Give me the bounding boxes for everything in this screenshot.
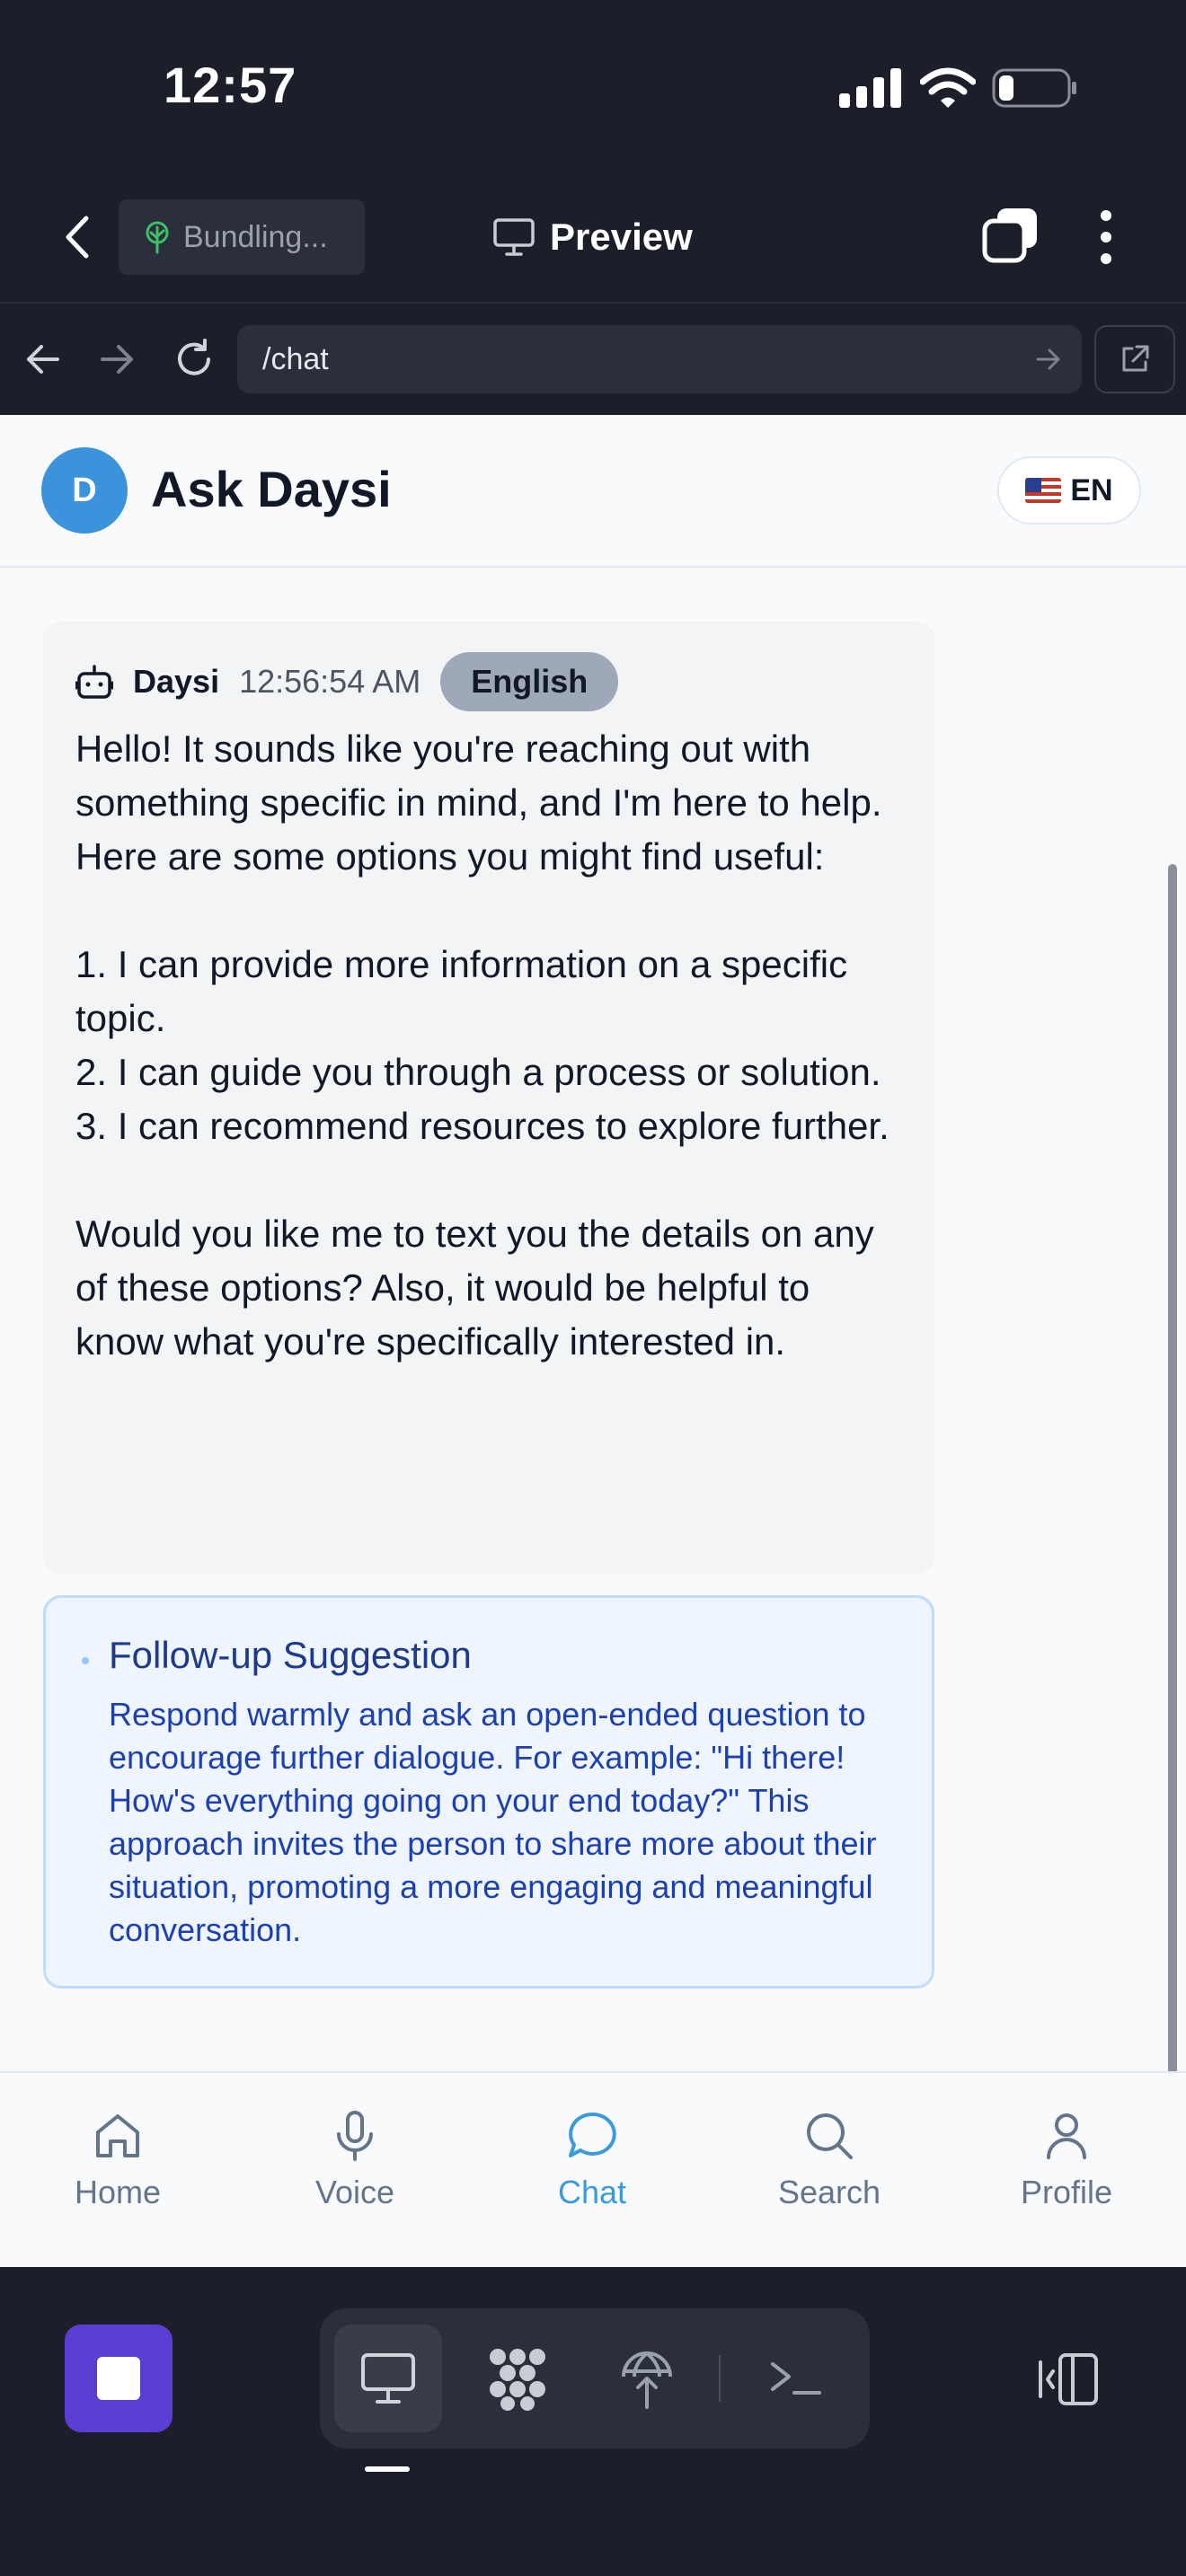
sprout-icon [146,221,169,254]
browser-toolbar: /chat [0,305,1186,415]
page-header: D Ask Daysi EN [0,415,1186,568]
url-input[interactable]: /chat [237,325,1082,393]
view-mode-toolbar [320,2308,870,2448]
wifi-icon [920,67,976,108]
microphone-icon [337,2111,373,2161]
chevron-left-icon [66,216,89,259]
external-link-icon [1122,345,1149,372]
language-toggle-button[interactable]: EN [997,456,1141,525]
status-bar: 12:57 [0,0,1186,171]
apps-mode-button[interactable] [464,2325,571,2432]
message-timestamp: 12:56:54 AM [239,663,421,700]
nav-item-profile[interactable]: Profile [986,2109,1147,2235]
message-sender: Daysi [133,663,220,700]
status-time: 12:57 [164,57,297,113]
bundling-label: Bundling... [183,219,328,254]
preview-label: Preview [550,216,693,258]
language-toggle-label: EN [1070,472,1113,507]
reload-icon [178,339,210,375]
more-dot-icon [1101,232,1111,243]
language-badge: English [440,652,619,711]
home-icon [96,2114,139,2157]
nav-label-chat: Chat [557,2174,627,2210]
reload-button[interactable] [167,332,221,386]
chat-area: Daysi 12:56:54 AM English Hello! It soun… [0,569,1186,2069]
bottom-dock [0,2267,1186,2576]
more-dot-icon [1101,253,1111,264]
bottom-navigation: Home Voice Chat Search Profile [0,2071,1186,2267]
assistant-message: Daysi 12:56:54 AM English Hello! It soun… [43,622,934,1574]
monitor-icon [361,2353,415,2404]
tabs-button[interactable] [979,205,1042,268]
open-external-button[interactable] [1094,325,1175,393]
status-icons [839,63,1078,113]
bundling-status-chip[interactable]: Bundling... [119,199,365,275]
terminal-icon [771,2362,821,2395]
arrow-left-icon [27,345,59,374]
message-text: Hello! It sounds like you're reaching ou… [75,728,890,1363]
more-options-button[interactable] [1084,203,1128,271]
active-tab-indicator [365,2466,410,2472]
app-header: Bundling... Preview [0,171,1186,304]
suggestion-title: Follow-up Suggestion [109,1634,472,1676]
back-button[interactable] [54,210,99,264]
tabs-icon [982,208,1037,263]
toggle-panel-button[interactable] [1033,2350,1102,2409]
deploy-mode-button[interactable] [593,2325,701,2432]
nav-item-home[interactable]: Home [37,2109,199,2235]
go-arrow-icon[interactable] [1035,341,1062,377]
battery-icon [992,68,1076,108]
preview-mode-button[interactable] [334,2325,442,2432]
nav-label-profile: Profile [1020,2174,1113,2210]
avatar: D [41,447,128,534]
browser-forward-button[interactable] [90,332,144,386]
arrow-right-icon [101,345,133,374]
side-panel-icon [1039,2353,1098,2405]
follow-up-suggestion-card: Follow-up Suggestion Respond warmly and … [43,1595,934,1989]
globe-upload-icon [622,2351,672,2409]
more-dot-icon [1101,210,1111,221]
user-icon [1047,2113,1086,2159]
preview-title: Preview [492,207,693,268]
scrollbar[interactable] [1168,864,1177,2122]
toolbar-divider [719,2355,721,2402]
page-title: Ask Daysi [151,461,392,517]
stop-icon [97,2357,140,2400]
terminal-mode-button[interactable] [742,2325,850,2432]
nav-label-voice: Voice [314,2174,395,2210]
bullet-icon [82,1657,89,1664]
stop-button[interactable] [65,2325,173,2432]
web-content: D Ask Daysi EN Daysi 12:56:54 AM English… [0,415,1186,2267]
suggestion-text: Respond warmly and ask an open-ended que… [109,1696,877,1948]
nav-item-search[interactable]: Search [748,2109,910,2235]
monitor-icon [493,218,535,256]
message-meta: Daysi 12:56:54 AM English [75,652,902,711]
us-flag-icon [1025,478,1062,503]
search-icon [807,2113,853,2159]
browser-back-button[interactable] [16,332,70,386]
nav-label-search: Search [777,2174,881,2210]
bot-icon [75,665,113,699]
nav-item-voice[interactable]: Voice [274,2109,436,2235]
url-value: /chat [262,341,329,376]
chat-bubble-icon [569,2112,616,2157]
nav-item-chat[interactable]: Chat [511,2109,673,2235]
nav-label-home: Home [74,2174,162,2210]
cellular-signal-icon [839,68,901,108]
grid-dots-icon [490,2349,545,2411]
